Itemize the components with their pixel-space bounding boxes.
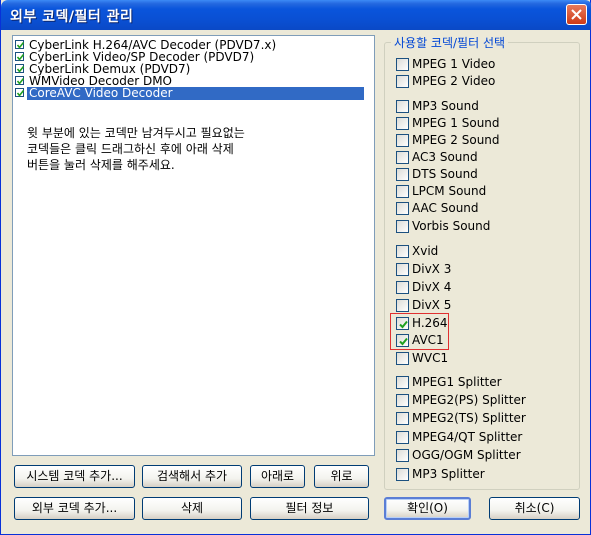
checkbox[interactable] — [396, 100, 409, 113]
cancel-button[interactable]: 취소(C) — [489, 497, 580, 520]
filter-info-button[interactable]: 필터 정보 — [250, 497, 369, 520]
checkbox[interactable] — [396, 412, 409, 425]
option-label: MP3 Sound — [412, 99, 479, 113]
option-label: LPCM Sound — [412, 184, 487, 198]
delete-button[interactable]: 삭제 — [142, 497, 242, 520]
checkbox[interactable] — [396, 431, 409, 444]
checkbox[interactable] — [396, 394, 409, 407]
checkmark-icon — [16, 90, 25, 97]
window-title: 외부 코덱/필터 관리 — [10, 9, 134, 25]
add-external-codec-button[interactable]: 외부 코덱 추가... — [14, 497, 135, 520]
groupbox-title: 사용할 코덱/필터 선택 — [391, 34, 509, 51]
dialog-window: 외부 코덱/필터 관리 CyberLink H.264/AVC Decoder … — [0, 0, 591, 535]
checkmark-icon — [16, 66, 25, 73]
close-icon — [571, 9, 582, 20]
close-button[interactable] — [566, 4, 587, 25]
option-label: DivX 5 — [412, 298, 452, 312]
checkbox[interactable] — [15, 40, 25, 49]
title-bar[interactable]: 외부 코덱/필터 관리 — [1, 0, 591, 30]
option-label: OGG/OGM Splitter — [412, 448, 521, 462]
checkbox[interactable] — [396, 263, 409, 276]
checkbox[interactable] — [396, 202, 409, 215]
option-label: MPEG 2 Video — [412, 74, 496, 88]
option-label: AC3 Sound — [412, 150, 478, 164]
highlight-box — [390, 313, 449, 350]
checkbox[interactable] — [396, 245, 409, 258]
checkbox[interactable] — [396, 468, 409, 481]
checkbox[interactable] — [396, 117, 409, 130]
option-label: AAC Sound — [412, 201, 479, 215]
option-label: WVC1 — [412, 351, 449, 365]
checkbox[interactable] — [396, 185, 409, 198]
add-system-codec-button[interactable]: 시스템 코덱 추가... — [14, 465, 135, 488]
checkbox[interactable] — [396, 449, 409, 462]
checkbox[interactable] — [396, 281, 409, 294]
codec-list[interactable]: CyberLink H.264/AVC Decoder (PDVD7.x) Cy… — [12, 35, 375, 456]
checkmark-icon — [16, 42, 25, 49]
checkbox[interactable] — [396, 151, 409, 164]
option-label: DivX 3 — [412, 262, 452, 276]
checkbox[interactable] — [396, 168, 409, 181]
option-label: MP3 Splitter — [412, 467, 485, 481]
checkbox[interactable] — [396, 58, 409, 71]
checkbox[interactable] — [396, 299, 409, 312]
option-label: MPEG 1 Video — [412, 57, 496, 71]
move-down-button[interactable]: 아래로 — [250, 465, 305, 488]
option-label: Vorbis Sound — [412, 219, 491, 233]
checkbox[interactable] — [396, 352, 409, 365]
option-label: MPEG1 Splitter — [412, 375, 502, 389]
option-label: DTS Sound — [412, 167, 478, 181]
checkbox[interactable] — [396, 75, 409, 88]
checkbox[interactable] — [15, 76, 25, 85]
checkbox[interactable] — [396, 134, 409, 147]
option-label: MPEG4/QT Splitter — [412, 430, 523, 444]
option-label: MPEG2(TS) Splitter — [412, 411, 526, 425]
move-up-button[interactable]: 위로 — [314, 465, 369, 488]
checkbox[interactable] — [396, 220, 409, 233]
checkbox[interactable] — [15, 52, 25, 61]
instruction-note: 윗 부분에 있는 코덱만 남겨두시고 필요없는 코덱들은 클릭 드래그하신 후에… — [27, 126, 245, 172]
ok-button[interactable]: 확인(O) — [384, 497, 471, 520]
option-label: MPEG2(PS) Splitter — [412, 393, 526, 407]
checkbox[interactable] — [396, 376, 409, 389]
checkbox[interactable] — [15, 88, 25, 97]
search-add-button[interactable]: 검색해서 추가 — [142, 465, 242, 488]
checkbox[interactable] — [15, 64, 25, 73]
list-item-label: CoreAVC Video Decoder — [27, 87, 364, 100]
option-label: MPEG 1 Sound — [412, 116, 500, 130]
checkmark-icon — [16, 78, 25, 85]
option-label: DivX 4 — [412, 280, 452, 294]
option-label: MPEG 2 Sound — [412, 133, 500, 147]
checkmark-icon — [16, 54, 25, 61]
option-label: Xvid — [412, 244, 439, 258]
